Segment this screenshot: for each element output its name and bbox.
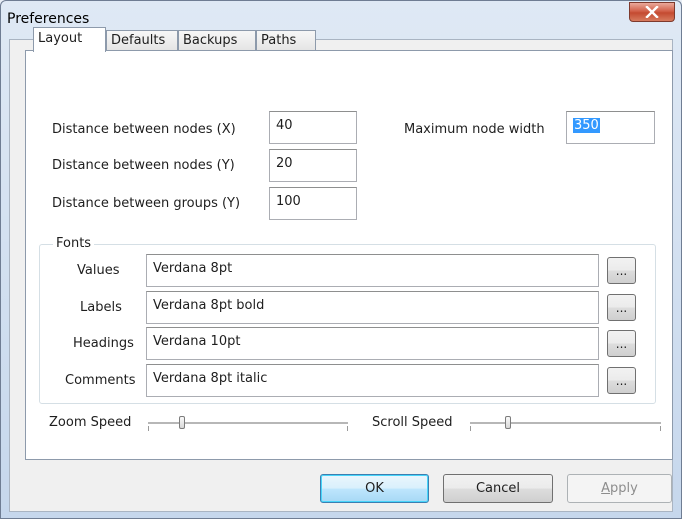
distance-groups-input[interactable]: 100 [269, 187, 357, 220]
tab-label: Defaults [111, 33, 166, 48]
font-labels-label: Labels [80, 300, 122, 315]
close-button[interactable] [629, 2, 675, 22]
distance-y-input[interactable]: 20 [269, 149, 357, 182]
distance-y-label: Distance between nodes (Y) [52, 158, 235, 173]
ok-button[interactable]: OK [320, 474, 429, 503]
font-values-browse-button[interactable]: ... [607, 257, 636, 284]
slider-tick [660, 426, 661, 431]
slider-tick [347, 426, 348, 431]
font-headings-browse-button[interactable]: ... [607, 330, 636, 357]
preferences-window: Preferences Layout Defaults Backups Path… [0, 0, 682, 519]
slider-thumb[interactable] [505, 416, 511, 429]
font-values-label: Values [77, 263, 120, 278]
distance-x-label: Distance between nodes (X) [52, 122, 236, 137]
tab-paths[interactable]: Paths [256, 30, 316, 51]
slider-tick [148, 426, 149, 431]
tab-layout[interactable]: Layout [33, 27, 106, 52]
apply-label-rest: pply [610, 481, 638, 496]
tab-label: Backups [183, 33, 238, 48]
font-headings-field[interactable]: Verdana 10pt [146, 327, 599, 360]
scroll-speed-label: Scroll Speed [372, 415, 453, 430]
tab-defaults[interactable]: Defaults [106, 30, 178, 51]
close-icon [645, 6, 659, 18]
max-node-width-label: Maximum node width [404, 122, 545, 137]
font-comments-browse-button[interactable]: ... [607, 367, 636, 394]
tab-label: Layout [38, 31, 83, 46]
selected-text: 350 [573, 118, 600, 133]
slider-track [470, 422, 661, 425]
font-headings-label: Headings [73, 336, 134, 351]
font-comments-field[interactable]: Verdana 8pt italic [146, 364, 599, 397]
tab-label: Paths [261, 33, 297, 48]
cancel-button[interactable]: Cancel [443, 474, 553, 503]
apply-accelerator: A [601, 481, 611, 496]
distance-groups-label: Distance between groups (Y) [52, 196, 241, 211]
slider-track [148, 422, 348, 425]
distance-x-input[interactable]: 40 [269, 111, 357, 144]
tab-backups[interactable]: Backups [178, 30, 256, 51]
zoom-speed-label: Zoom Speed [49, 415, 132, 430]
slider-thumb[interactable] [179, 416, 185, 429]
slider-tick [470, 426, 471, 431]
window-title: Preferences [7, 11, 90, 27]
font-labels-browse-button[interactable]: ... [607, 294, 636, 321]
fonts-group-title: Fonts [53, 236, 95, 251]
apply-button[interactable]: Apply [567, 474, 672, 503]
font-values-field[interactable]: Verdana 8pt [146, 254, 599, 287]
font-comments-label: Comments [65, 373, 136, 388]
max-node-width-input[interactable]: 350 [566, 111, 655, 144]
font-labels-field[interactable]: Verdana 8pt bold [146, 291, 599, 324]
